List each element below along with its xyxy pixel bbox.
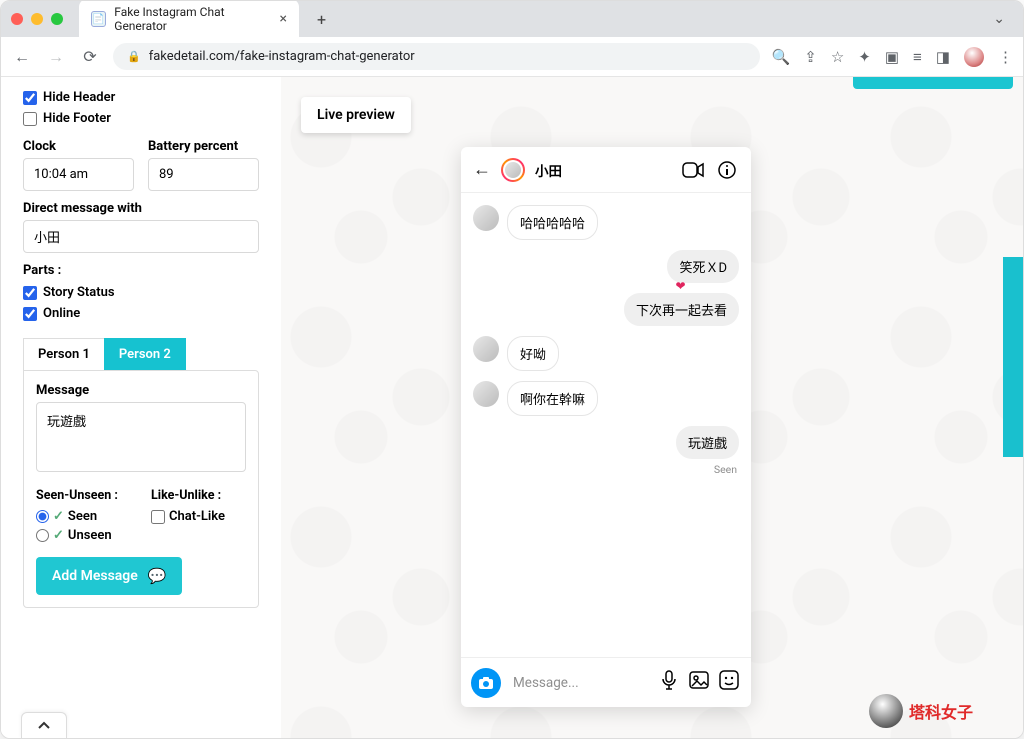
heart-icon: ❤ bbox=[675, 279, 685, 293]
battery-label: Battery percent bbox=[148, 139, 259, 154]
message-bubble: 好呦 bbox=[507, 336, 559, 371]
clock-input[interactable] bbox=[23, 158, 134, 191]
message-avatar bbox=[473, 381, 499, 407]
share-icon[interactable]: ⇪ bbox=[804, 48, 817, 66]
forward-button[interactable]: → bbox=[45, 47, 67, 67]
message-bubble: 笑死ＸD ❤ bbox=[667, 250, 739, 283]
message-row-out: 下次再一起去看 bbox=[473, 293, 739, 326]
profile-avatar[interactable] bbox=[964, 47, 984, 67]
seen-label: Seen bbox=[714, 463, 737, 476]
search-icon[interactable]: 🔍 bbox=[772, 48, 791, 66]
brand-text: 塔科女子 bbox=[909, 699, 973, 723]
image-icon[interactable] bbox=[687, 671, 711, 694]
phone-preview: ← 小田 哈哈哈哈哈 bbox=[461, 147, 751, 707]
message-row-in: 啊你在幹嘛 bbox=[473, 381, 739, 416]
bookmark-icon[interactable]: ☆ bbox=[831, 48, 844, 66]
camera-icon[interactable] bbox=[471, 668, 501, 698]
preview-area: Live preview ← 小田 哈哈哈哈哈 bbox=[281, 77, 1023, 738]
info-icon[interactable] bbox=[715, 158, 739, 182]
close-tab-icon[interactable]: × bbox=[280, 11, 287, 27]
message-label: Message bbox=[36, 383, 246, 398]
chat-bubble-icon: 💬 bbox=[148, 567, 167, 585]
clock-label: Clock bbox=[23, 139, 134, 154]
browser-tab[interactable]: 📄 Fake Instagram Chat Generator × bbox=[79, 0, 299, 39]
like-unlike-label: Like-Unlike : bbox=[151, 488, 246, 503]
online-checkbox[interactable]: Online bbox=[23, 303, 259, 324]
message-bubble: 哈哈哈哈哈 bbox=[507, 205, 598, 240]
tab-overflow-icon[interactable]: ⌄ bbox=[985, 11, 1013, 27]
parts-label: Parts : bbox=[23, 263, 259, 278]
video-call-icon[interactable] bbox=[681, 158, 705, 182]
message-avatar bbox=[473, 205, 499, 231]
tab-person-2[interactable]: Person 2 bbox=[104, 338, 186, 370]
message-bubble: 下次再一起去看 bbox=[624, 293, 739, 326]
url-text: fakedetail.com/fake-instagram-chat-gener… bbox=[149, 49, 415, 64]
menu-icon[interactable]: ⋮ bbox=[998, 48, 1013, 66]
side-panel-icon[interactable]: ◨ bbox=[936, 48, 950, 66]
check-icon: ✓ bbox=[53, 528, 64, 543]
chat-messages: 哈哈哈哈哈 笑死ＸD ❤ 下次再一起去看 好呦 bbox=[461, 193, 751, 657]
window-titlebar: 📄 Fake Instagram Chat Generator × + ⌄ bbox=[1, 1, 1023, 37]
battery-input[interactable] bbox=[148, 158, 259, 191]
address-bar: ← → ⟳ 🔒 fakedetail.com/fake-instagram-ch… bbox=[1, 37, 1023, 77]
new-tab-button[interactable]: + bbox=[307, 10, 336, 29]
url-field[interactable]: 🔒 fakedetail.com/fake-instagram-chat-gen… bbox=[113, 43, 760, 70]
reading-list-icon[interactable]: ≡ bbox=[913, 48, 922, 66]
lock-icon: 🔒 bbox=[127, 50, 141, 63]
accent-bar bbox=[853, 77, 1013, 89]
add-message-button[interactable]: Add Message 💬 bbox=[36, 557, 182, 595]
story-status-checkbox[interactable]: Story Status bbox=[23, 282, 259, 303]
microphone-icon[interactable] bbox=[657, 670, 681, 695]
check-icon: ✓ bbox=[53, 509, 64, 524]
hide-footer-checkbox[interactable]: Hide Footer bbox=[23, 108, 259, 129]
message-row-in: 哈哈哈哈哈 bbox=[473, 205, 739, 240]
message-input-bar: Message... bbox=[461, 657, 751, 707]
tab-title: Fake Instagram Chat Generator bbox=[114, 5, 271, 33]
reload-button[interactable]: ⟳ bbox=[79, 47, 101, 66]
settings-sidebar: Hide Header Hide Footer Clock Battery pe… bbox=[1, 77, 281, 738]
message-avatar bbox=[473, 336, 499, 362]
message-row-out: 玩遊戲 bbox=[473, 426, 739, 459]
contact-name: 小田 bbox=[535, 160, 671, 180]
seen-unseen-label: Seen-Unseen : bbox=[36, 488, 131, 503]
message-input[interactable]: Message... bbox=[507, 675, 651, 691]
hide-header-checkbox[interactable]: Hide Header bbox=[23, 87, 259, 108]
traffic-lights bbox=[11, 13, 71, 25]
minimize-window-button[interactable] bbox=[31, 13, 43, 25]
message-bubble: 玩遊戲 bbox=[676, 426, 739, 459]
dm-label: Direct message with bbox=[23, 201, 259, 216]
message-row-in: 好呦 bbox=[473, 336, 739, 371]
back-arrow-icon[interactable]: ← bbox=[473, 159, 491, 180]
back-button[interactable]: ← bbox=[11, 47, 33, 67]
message-textarea[interactable] bbox=[36, 402, 246, 472]
message-row-out: 笑死ＸD ❤ bbox=[473, 250, 739, 283]
accent-side bbox=[1003, 257, 1023, 457]
brand-logo: 塔科女子 bbox=[869, 694, 973, 728]
unseen-radio[interactable]: ✓ Unseen bbox=[36, 526, 131, 545]
sticker-icon[interactable] bbox=[717, 670, 741, 695]
cast-icon[interactable]: ▣ bbox=[885, 48, 899, 66]
favicon-icon: 📄 bbox=[91, 11, 106, 27]
tab-person-1[interactable]: Person 1 bbox=[23, 338, 104, 370]
message-bubble: 啊你在幹嘛 bbox=[507, 381, 598, 416]
seen-radio[interactable]: ✓ Seen bbox=[36, 507, 131, 526]
expand-button[interactable] bbox=[21, 712, 67, 738]
extensions-icon[interactable]: ✦ bbox=[858, 48, 871, 66]
brand-avatar-icon bbox=[869, 694, 903, 728]
dm-input[interactable] bbox=[23, 220, 259, 253]
chat-like-checkbox[interactable]: Chat-Like bbox=[151, 507, 246, 526]
close-window-button[interactable] bbox=[11, 13, 23, 25]
contact-avatar[interactable] bbox=[501, 158, 525, 182]
maximize-window-button[interactable] bbox=[51, 13, 63, 25]
live-preview-badge: Live preview bbox=[301, 97, 411, 133]
